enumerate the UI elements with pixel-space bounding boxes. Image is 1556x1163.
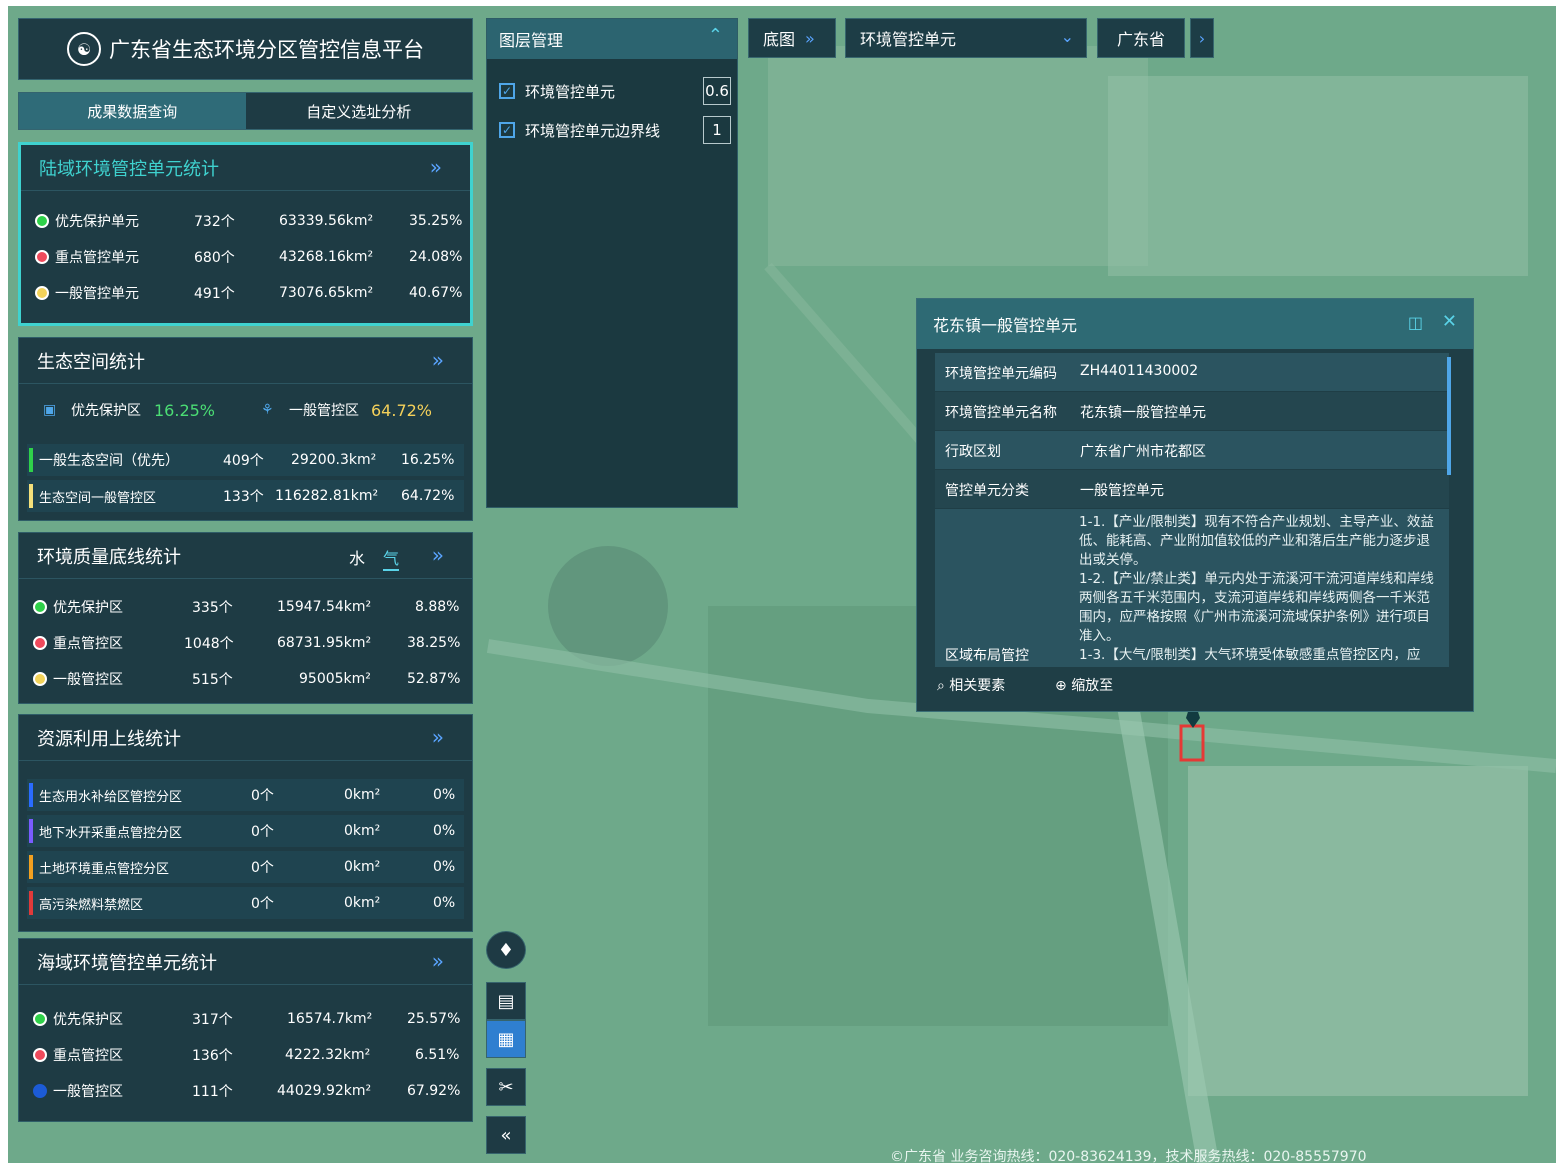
list-item: 一般管控单元 491个 73076.65km² 40.67% [31,279,462,307]
red-dot-icon [33,636,47,650]
expand-icon[interactable]: » [432,543,444,567]
search-icon: ⌕ [937,678,950,694]
popup-row: 管控单元分类 一般管控单元 [935,470,1449,508]
unit-info-popup: 花东镇一般管控单元 ◫ ✕ 环境管控单元编码 ZH44011430002 环境管控… [916,298,1474,712]
chevron-right-icon[interactable]: › [1190,18,1214,58]
green-dot-icon [33,1012,47,1026]
layout-text: 1-1.【产业/限制类】现有不符合产业规划、主导产业、效益低、能耗高、产业附加值… [1079,514,1434,663]
checkbox-env-unit[interactable]: ✓ [499,83,515,99]
popup-row: 环境管控单元名称 花东镇一般管控单元 [935,392,1449,430]
section-title: 生态空间统计 [37,351,145,373]
env-quality-stats: 环境质量底线统计 水 气 » 优先保护区 335个 15947.54km² 8.88%… [18,532,473,704]
app-root: ☯ 广东省生态环境分区管控信息平台 成果数据查询 自定义选址分析 陆域环境管控单… [8,6,1556,1163]
list-item: 土地环境重点管控分区 0个 0km² 0% [29,853,459,881]
eco-space-stats: 生态空间统计 » ▣ 优先保护区 16.25% ⚘ 一般管控区 64.72% 一般… [18,337,473,521]
scrollbar[interactable] [1447,357,1451,475]
compass-icon[interactable]: ♦ [486,931,526,969]
list-item: 重点管控区 136个 4222.32km² 6.51% [29,1041,459,1069]
zoom-in-icon: ⊕ [1055,678,1072,694]
layer-dropdown[interactable]: 环境管控单元 ⌄ [845,18,1087,58]
app-title: 广东省生态环境分区管控信息平台 [109,38,424,62]
section-title: 海域环境管控单元统计 [37,952,217,974]
collapse-left-icon[interactable]: « [486,1116,526,1154]
zoom-to-button[interactable]: ⊕ 缩放至 [1055,675,1113,695]
eco-summary: ▣ 优先保护区 16.25% ⚘ 一般管控区 64.72% [43,400,433,420]
tab-air[interactable]: 气 [383,545,400,571]
collapse-icon[interactable]: ⌃ [708,25,723,46]
red-dot-icon [35,250,49,264]
close-icon[interactable]: ✕ [1442,311,1457,332]
yellow-dot-icon [33,672,47,686]
layer-label: 环境管控单元 [525,83,616,101]
popup-row: 环境管控单元编码 ZH44011430002 [935,353,1449,391]
popup-row: 行政区划 广东省广州市花都区 [935,431,1449,469]
scissors-icon[interactable]: ✂ [486,1068,526,1106]
red-dot-icon [33,1048,47,1062]
region-selector[interactable]: 广东省 [1097,18,1185,58]
blue-dot-icon [33,1084,47,1098]
expand-icon[interactable]: » [432,949,444,973]
green-dot-icon [33,600,47,614]
land-unit-stats: 陆域环境管控单元统计» 优先保护单元 732个 63339.56km² 35.25% … [18,142,473,326]
expand-icon[interactable]: » [430,155,442,179]
checkbox-env-unit-boundary[interactable]: ✓ [499,122,515,138]
list-item: 优先保护单元 732个 63339.56km² 35.25% [31,207,462,235]
expand-icon[interactable]: » [432,725,444,749]
tab-results-query[interactable]: 成果数据查询 [19,93,246,129]
maximize-icon[interactable]: ◫ [1408,313,1423,332]
tab-custom-site-analysis[interactable]: 自定义选址分析 [245,93,472,129]
list-item: 一般生态空间（优先） 409个 29200.3km² 16.25% [29,446,459,474]
section-title: 资源利用上线统计 [37,728,181,750]
tab-water[interactable]: 水 [349,545,365,569]
list-item: 生态用水补给区管控分区 0个 0km² 0% [29,781,459,809]
section-title: 陆域环境管控单元统计 [39,158,219,180]
green-dot-icon [35,214,49,228]
list-item: 优先保护区 317个 16574.7km² 25.57% [29,1005,460,1033]
list-item: 一般管控区 515个 95005km² 52.87% [29,665,460,693]
print-tool-icon[interactable]: ▦ [486,1020,526,1058]
popup-title: 花东镇一般管控单元 [933,316,1078,335]
list-item: 高污染燃料禁燃区 0个 0km² 0% [29,889,459,917]
layer-manager: 图层管理 ⌃ ✓ 环境管控单元 0.6 ✓ 环境管控单元边界线 1 [486,18,738,508]
list-item: 一般管控区 111个 44029.92km² 67.92% [29,1077,460,1105]
layer-manager-title: 图层管理 [499,31,564,50]
chevron-down-icon: ⌄ [1060,27,1074,46]
yellow-dot-icon [35,286,49,300]
list-item: 生态空间一般管控区 133个 116282.81km² 64.72% [29,482,459,510]
main-tabs: 成果数据查询 自定义选址分析 [18,92,473,130]
shield-map-icon: ▣ [43,402,57,418]
section-title: 环境质量底线统计 [37,546,181,568]
expand-icon[interactable]: » [432,348,444,372]
layout-label: 区域布局管控 [945,648,1029,664]
list-item: 重点管控区 1048个 68731.95km² 38.25% [29,629,460,657]
list-item: 优先保护区 335个 15947.54km² 8.88% [29,593,459,621]
chevron-right-icon: » [805,28,815,48]
list-item: 重点管控单元 680个 43268.16km² 24.08% [31,243,462,271]
related-elements-button[interactable]: ⌕ 相关要素 [937,675,1005,695]
basemap-button[interactable]: 底图» [748,18,836,58]
layer-label: 环境管控单元边界线 [525,122,661,140]
sea-unit-stats: 海域环境管控单元统计 » 优先保护区 317个 16574.7km² 25.57% 重点… [18,938,473,1122]
footer-credits: ©广东省 业务咨询热线：020-83624139，技术服务热线：020-8555… [890,1149,1367,1163]
layers-tool-icon[interactable]: ▤ [486,982,526,1020]
emblem-icon: ☯ [67,32,101,66]
opacity-input[interactable]: 1 [703,116,731,144]
resource-use-stats: 资源利用上线统计 » 生态用水补给区管控分区 0个 0km² 0% 地下水开采重点管控分… [18,714,473,932]
app-header: ☯ 广东省生态环境分区管控信息平台 [18,18,473,80]
opacity-input[interactable]: 0.6 [703,77,731,105]
list-item: 地下水开采重点管控分区 0个 0km² 0% [29,817,459,845]
nodes-icon: ⚘ [261,402,274,418]
